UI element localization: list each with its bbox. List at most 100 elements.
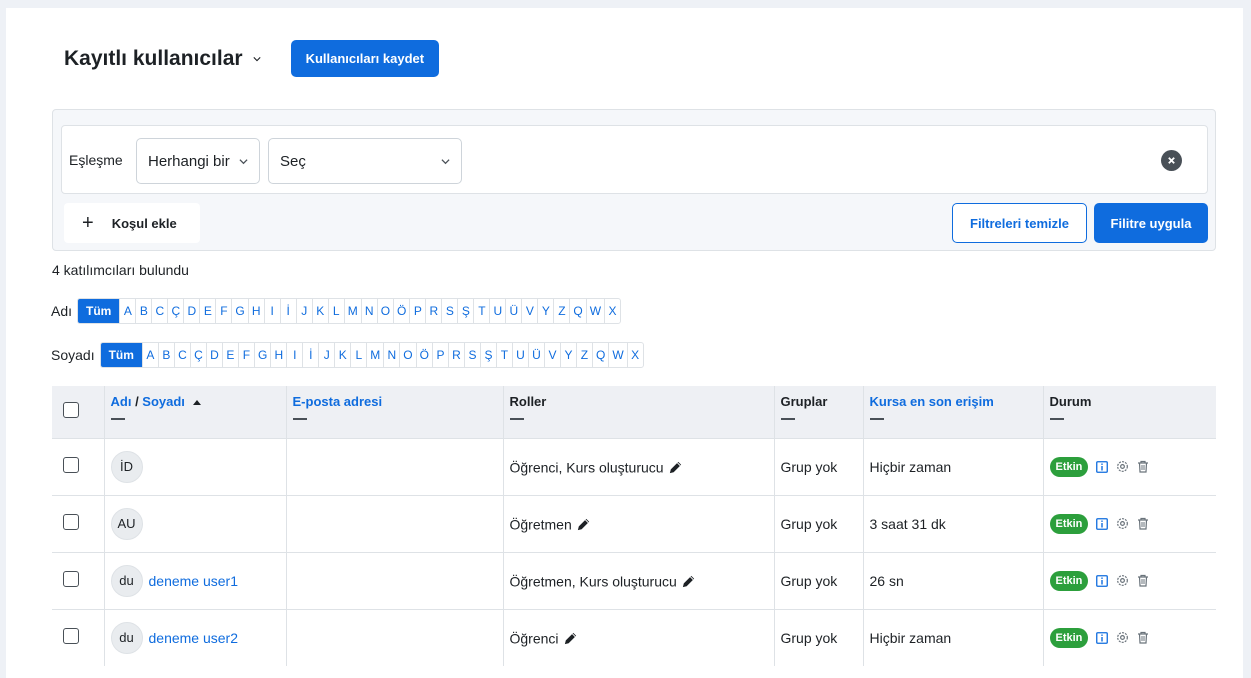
first-initial-letter[interactable]: İ	[279, 299, 296, 323]
first-initial-letter[interactable]: T	[473, 299, 489, 323]
first-initial-letter[interactable]: B	[135, 299, 151, 323]
avatar[interactable]: du	[110, 564, 143, 597]
first-initial-letter[interactable]: Z	[553, 299, 569, 323]
last-initial-letter[interactable]: Ü	[527, 343, 544, 367]
first-initial-letter[interactable]: E	[199, 299, 215, 323]
edit-roles-icon[interactable]	[563, 631, 578, 646]
enrolment-details-icon[interactable]	[1096, 460, 1109, 473]
page-title[interactable]: Kayıtlı kullanıcılar	[64, 47, 243, 71]
last-initial-letter[interactable]: L	[350, 343, 366, 367]
first-initial-letter[interactable]: X	[604, 299, 620, 323]
last-initial-letter[interactable]: Ö	[415, 343, 432, 367]
user-name-link[interactable]: deneme user2	[149, 630, 239, 646]
remove-filter-icon[interactable]	[1161, 150, 1182, 171]
edit-roles-icon[interactable]	[668, 460, 683, 475]
trash-icon[interactable]	[1137, 517, 1149, 530]
first-initial-letter[interactable]: Ö	[393, 299, 409, 323]
last-initial-letter[interactable]: I	[286, 343, 302, 367]
last-initial-letter[interactable]: K	[334, 343, 350, 367]
last-initial-all[interactable]: Tüm	[100, 343, 142, 367]
clear-filters-button[interactable]: Filtreleri temizle	[952, 203, 1087, 243]
sort-lastname-link[interactable]: Soyadı	[142, 394, 185, 409]
first-initial-letter[interactable]: G	[231, 299, 247, 323]
last-initial-letter[interactable]: H	[270, 343, 286, 367]
trash-icon[interactable]	[1137, 460, 1149, 473]
last-initial-letter[interactable]: P	[431, 343, 448, 367]
add-condition-button[interactable]: + Koşul ekle	[64, 203, 200, 243]
chevron-down-icon[interactable]	[252, 55, 261, 63]
last-initial-letter[interactable]: N	[383, 343, 399, 367]
first-initial-letter[interactable]: F	[215, 299, 231, 323]
last-initial-letter[interactable]: O	[399, 343, 415, 367]
first-initial-all[interactable]: Tüm	[78, 299, 120, 323]
last-initial-letter[interactable]: Ş	[479, 343, 496, 367]
enrolment-details-icon[interactable]	[1096, 574, 1109, 587]
first-initial-letter[interactable]: I	[263, 299, 280, 323]
trash-icon[interactable]	[1137, 631, 1149, 644]
first-initial-letter[interactable]: R	[425, 299, 441, 323]
enrolment-details-icon[interactable]	[1096, 517, 1109, 530]
sort-email-link[interactable]: E-posta adresi	[293, 394, 383, 409]
first-initial-letter[interactable]: C	[151, 299, 167, 323]
last-initial-letter[interactable]: S	[463, 343, 480, 367]
last-initial-letter[interactable]: V	[543, 343, 560, 367]
hide-column-icon[interactable]	[509, 418, 524, 420]
last-initial-letter[interactable]: T	[495, 343, 512, 367]
last-initial-letter[interactable]: F	[237, 343, 254, 367]
first-initial-letter[interactable]: L	[327, 299, 344, 323]
last-initial-letter[interactable]: R	[447, 343, 464, 367]
gear-icon[interactable]	[1116, 460, 1129, 473]
gear-icon[interactable]	[1116, 517, 1129, 530]
first-initial-letter[interactable]: Ç	[167, 299, 183, 323]
last-initial-letter[interactable]: D	[205, 343, 222, 367]
last-initial-letter[interactable]: X	[626, 343, 643, 367]
row-checkbox[interactable]	[63, 457, 79, 473]
filter-type-select[interactable]: Seç	[268, 138, 462, 184]
last-initial-letter[interactable]: E	[221, 343, 238, 367]
hide-column-icon[interactable]	[292, 418, 307, 420]
last-initial-letter[interactable]: Q	[591, 343, 608, 367]
hide-column-icon[interactable]	[869, 418, 884, 420]
last-initial-letter[interactable]: J	[318, 343, 334, 367]
user-name-link[interactable]: deneme user1	[149, 573, 239, 589]
first-initial-letter[interactable]: N	[360, 299, 377, 323]
last-initial-letter[interactable]: C	[173, 343, 190, 367]
match-select[interactable]: Herhangi bir	[136, 138, 260, 184]
last-initial-letter[interactable]: Z	[575, 343, 592, 367]
first-initial-letter[interactable]: J	[295, 299, 312, 323]
row-checkbox[interactable]	[63, 514, 79, 530]
hide-column-icon[interactable]	[1049, 418, 1064, 420]
sort-last-access-link[interactable]: Kursa en son erişim	[870, 394, 994, 409]
first-initial-letter[interactable]: H	[247, 299, 264, 323]
avatar[interactable]: du	[110, 621, 143, 654]
trash-icon[interactable]	[1137, 574, 1149, 587]
last-initial-letter[interactable]: B	[157, 343, 174, 367]
first-initial-letter[interactable]: V	[521, 299, 537, 323]
first-initial-letter[interactable]: Ü	[505, 299, 521, 323]
last-initial-letter[interactable]: G	[253, 343, 270, 367]
last-initial-letter[interactable]: U	[511, 343, 528, 367]
row-checkbox[interactable]	[63, 628, 79, 645]
first-initial-letter[interactable]: W	[585, 299, 604, 323]
first-initial-letter[interactable]: A	[119, 299, 135, 323]
first-initial-letter[interactable]: M	[343, 299, 361, 323]
last-initial-letter[interactable]: Ç	[189, 343, 206, 367]
select-all-checkbox[interactable]	[63, 402, 79, 419]
gear-icon[interactable]	[1116, 574, 1129, 587]
first-initial-letter[interactable]: O	[376, 299, 393, 323]
row-checkbox[interactable]	[63, 571, 79, 587]
edit-roles-icon[interactable]	[681, 574, 696, 589]
last-initial-letter[interactable]: Y	[559, 343, 576, 367]
enrol-users-button[interactable]: Kullanıcıları kaydet	[290, 40, 440, 77]
first-initial-letter[interactable]: Q	[569, 299, 585, 323]
hide-column-icon[interactable]	[110, 418, 125, 420]
apply-filters-button[interactable]: Filitre uygula	[1094, 203, 1208, 243]
first-initial-letter[interactable]: Y	[537, 299, 553, 323]
enrolment-details-icon[interactable]	[1096, 631, 1109, 644]
gear-icon[interactable]	[1116, 631, 1129, 644]
first-initial-letter[interactable]: D	[183, 299, 199, 323]
first-initial-letter[interactable]: U	[489, 299, 505, 323]
first-initial-letter[interactable]: K	[311, 299, 328, 323]
sort-firstname-link[interactable]: Adı	[111, 394, 132, 409]
last-initial-letter[interactable]: A	[141, 343, 158, 367]
